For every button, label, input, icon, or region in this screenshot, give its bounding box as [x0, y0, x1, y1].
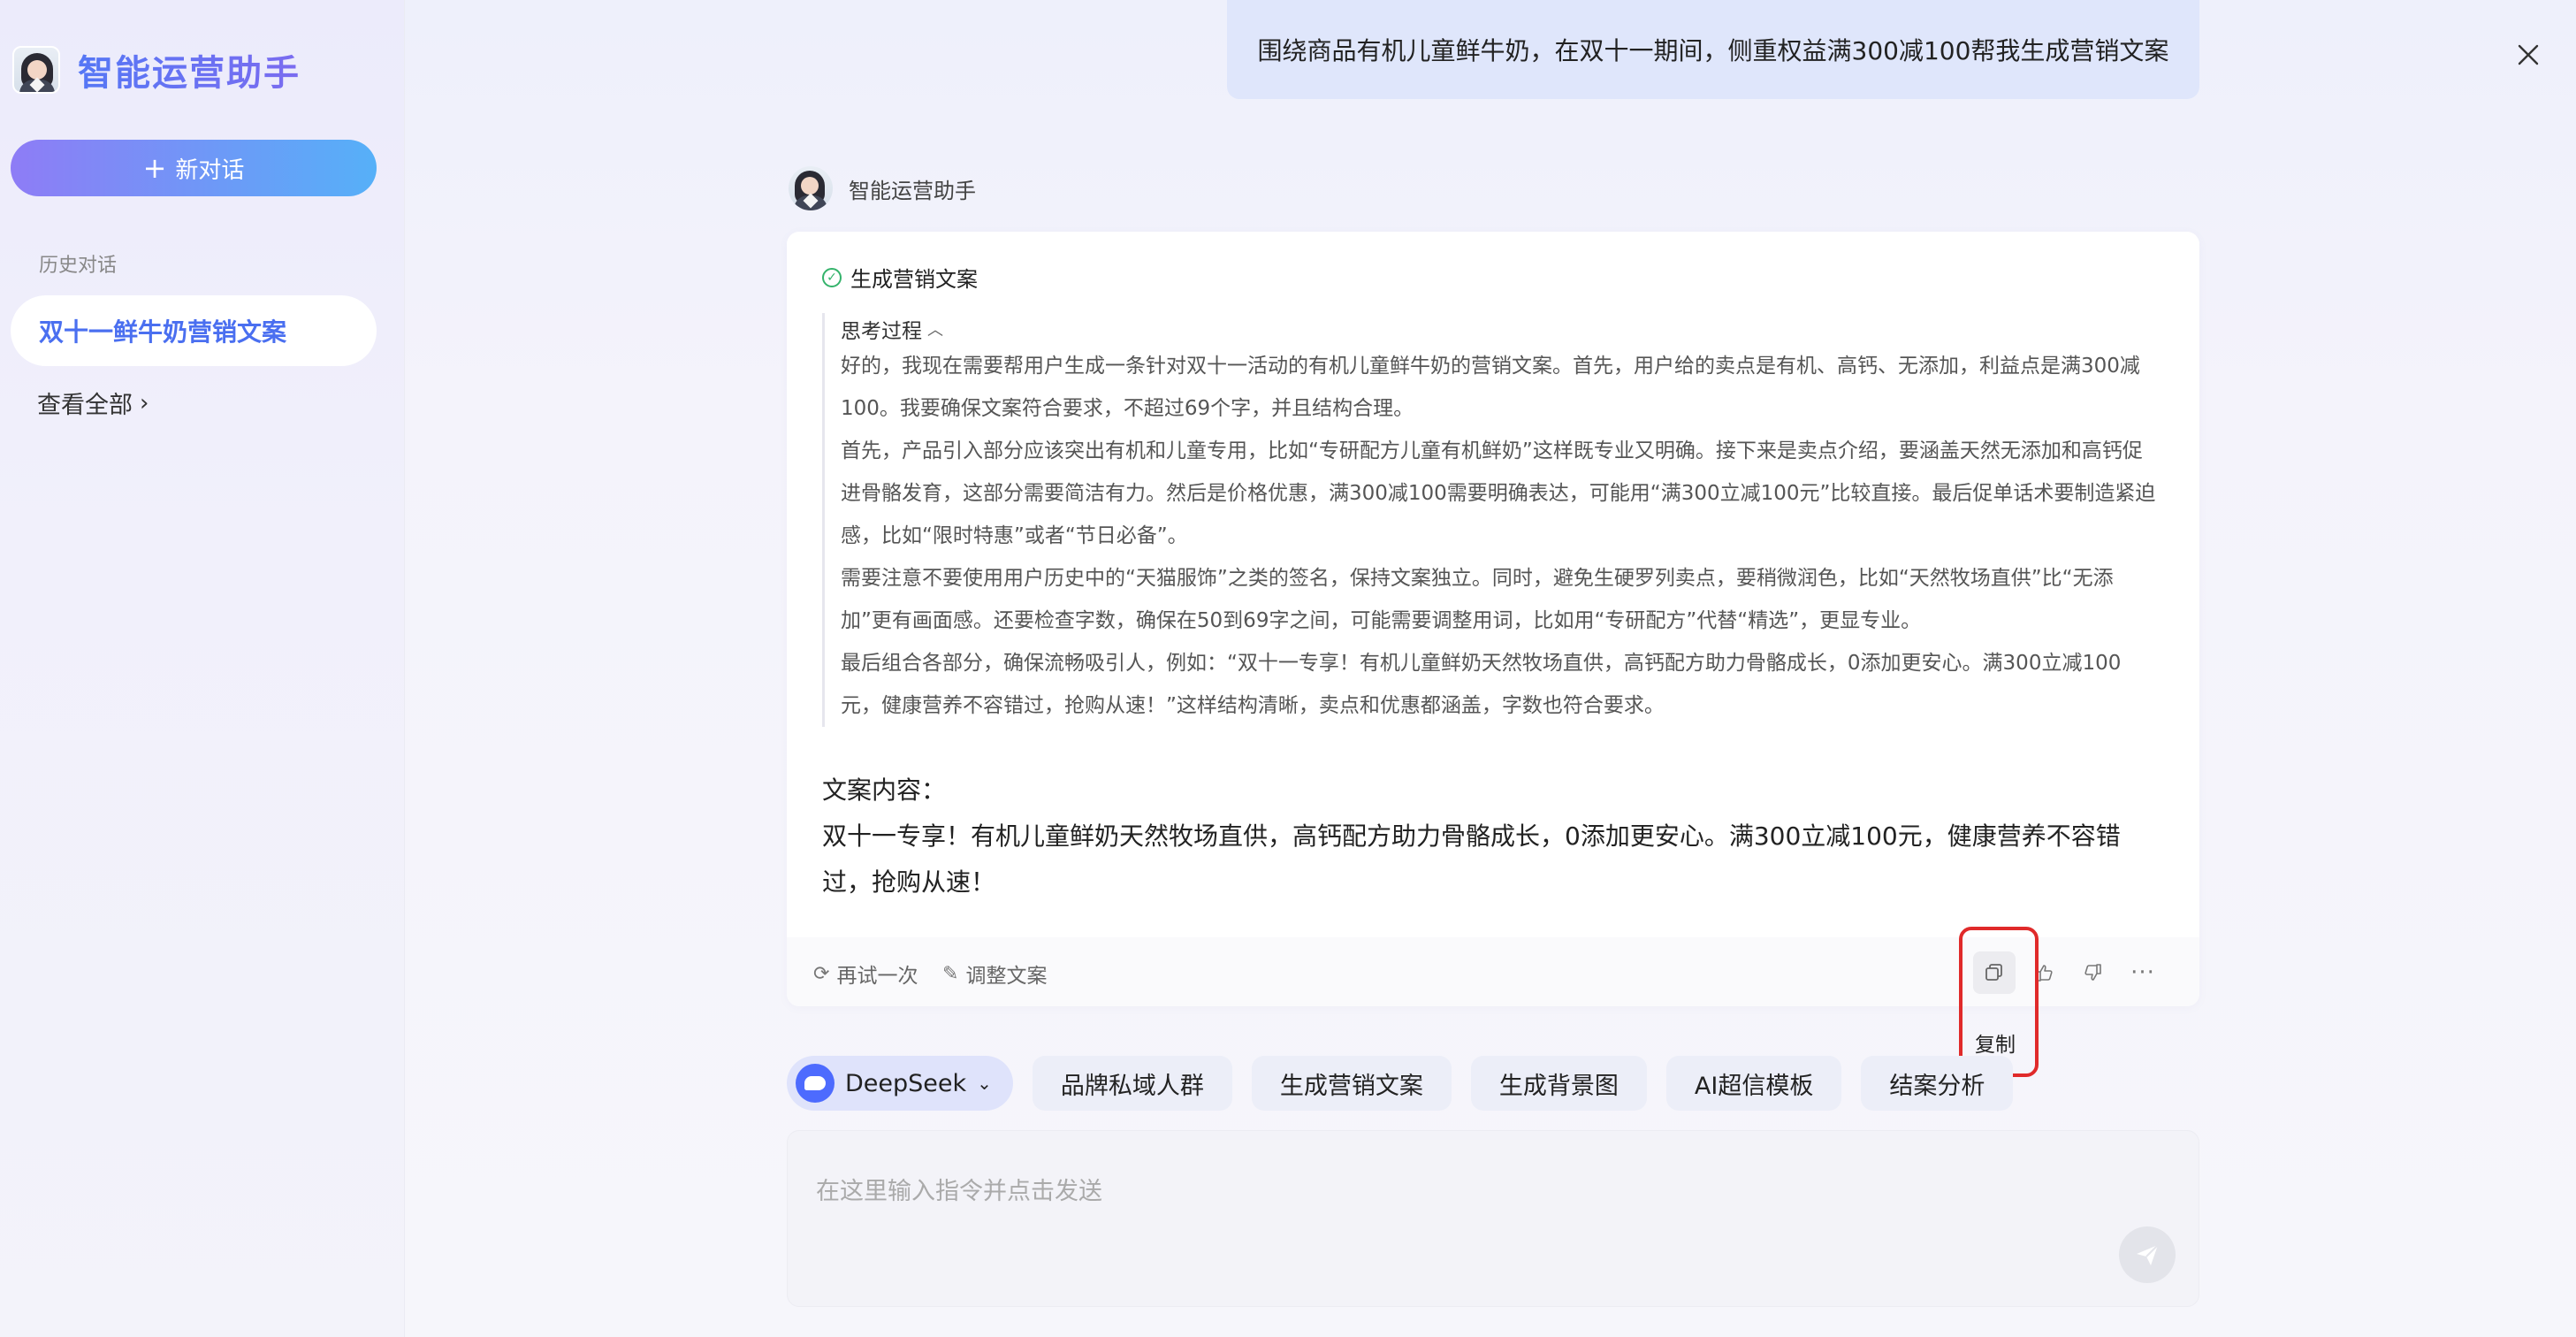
thinking-title: 思考过程 [841, 320, 922, 343]
chip-label: AI超信模板 [1694, 1072, 1814, 1100]
view-all-link[interactable]: 查看全部 › [37, 386, 149, 420]
model-selector[interactable]: DeepSeek ⌄ [787, 1056, 1013, 1111]
retry-label: 再试一次 [836, 965, 918, 988]
chip-background-image[interactable]: 生成背景图 [1470, 1056, 1647, 1111]
thinking-block: 思考过程 ︿ 好的，我现在需要帮用户生成一条针对双十一活动的有机儿童鲜牛奶的营销… [822, 313, 2157, 727]
prompt-input[interactable]: 在这里输入指令并点击发送 [787, 1130, 2199, 1307]
adjust-label: 调整文案 [965, 965, 1048, 988]
adjust-copy-button[interactable]: ✎ 调整文案 [942, 959, 1047, 989]
copy-tooltip: 复制 [1975, 1034, 2016, 1057]
more-icon: ··· [2130, 959, 2155, 986]
send-button[interactable] [2119, 1226, 2176, 1283]
thinking-paragraph: 需要注意不要使用用户历史中的“天猫服饰”之类的签名，保持文案独立。同时，避免生硬… [841, 567, 2114, 632]
chip-label: 生成背景图 [1498, 1072, 1619, 1100]
chip-label: 结案分析 [1889, 1072, 1985, 1100]
chip-case-analysis[interactable]: 结案分析 [1861, 1056, 2014, 1111]
new-chat-label: 新对话 [175, 157, 245, 184]
edit-icon: ✎ [942, 962, 959, 985]
chip-brand-audience[interactable]: 品牌私域人群 [1032, 1056, 1232, 1111]
view-all-label: 查看全部 [37, 392, 133, 419]
assistant-header: 智能运营助手 [789, 166, 976, 210]
close-button[interactable] [2511, 37, 2546, 73]
thinking-paragraph: 首先，产品引入部分应该突出有机和儿童专用，比如“专研配方儿童有机鲜奶”这样既专业… [841, 439, 2156, 547]
brand: 智能运营助手 [12, 44, 301, 96]
history-label: 历史对话 [39, 255, 118, 277]
new-chat-button[interactable]: + 新对话 [11, 140, 377, 196]
copy-body: 双十一专享！有机儿童鲜奶天然牧场直供，高钙配方助力骨骼成长，0添加更安心。满30… [822, 821, 2121, 897]
send-icon [2137, 1244, 2159, 1265]
plus-icon: + [142, 151, 167, 185]
thinking-paragraph: 好的，我现在需要帮用户生成一条针对双十一活动的有机儿童鲜牛奶的营销文案。首先，用… [841, 355, 2140, 420]
dislike-button[interactable] [2072, 951, 2115, 994]
retry-button[interactable]: ⟳ 再试一次 [813, 959, 918, 989]
assistant-avatar [12, 46, 60, 94]
sidebar: 智能运营助手 + 新对话 历史对话 双十一鲜牛奶营销文案 查看全部 › [0, 0, 405, 1337]
prompt-placeholder: 在这里输入指令并点击发送 [816, 1178, 1102, 1205]
user-message: 围绕商品有机儿童鲜牛奶，在双十一期间，侧重权益满300减100帮我生成营销文案 [1227, 0, 2199, 99]
model-label: DeepSeek [845, 1069, 967, 1097]
status-line: ✓ 生成营销文案 [822, 262, 978, 293]
skill-chips: DeepSeek ⌄ 品牌私域人群 生成营销文案 生成背景图 AI超信模板 结案… [787, 1056, 2032, 1111]
brand-title: 智能运营助手 [78, 44, 301, 96]
more-button[interactable]: ··· [2122, 951, 2164, 994]
chevron-up-icon: ︿ [927, 321, 943, 340]
assistant-name: 智能运营助手 [849, 178, 976, 203]
chevron-down-icon: ⌄ [977, 1073, 992, 1094]
close-icon [2518, 44, 2539, 65]
history-item-label: 双十一鲜牛奶营销文案 [39, 317, 287, 347]
thinking-toggle[interactable]: 思考过程 ︿ [841, 313, 2157, 345]
chip-generate-copy[interactable]: 生成营销文案 [1251, 1056, 1452, 1111]
thumbs-down-icon [2084, 964, 2101, 981]
refresh-icon: ⟳ [813, 962, 830, 985]
chip-ai-message-template[interactable]: AI超信模板 [1665, 1056, 1842, 1111]
history-item[interactable]: 双十一鲜牛奶营销文案 [11, 295, 377, 366]
check-circle-icon: ✓ [822, 267, 842, 287]
status-text: 生成营销文案 [850, 267, 978, 292]
assistant-avatar [789, 166, 833, 210]
chip-label: 生成营销文案 [1279, 1072, 1423, 1100]
chip-label: 品牌私域人群 [1060, 1072, 1204, 1100]
copy-label: 文案内容： [822, 775, 947, 805]
deepseek-logo-icon [796, 1064, 835, 1103]
thinking-paragraph: 最后组合各部分，确保流畅吸引人，例如：“双十一专享！有机儿童鲜奶天然牧场直供，高… [841, 652, 2122, 717]
copy-content: 文案内容： 双十一专享！有机儿童鲜奶天然牧场直供，高钙配方助力骨骼成长，0添加更… [822, 768, 2166, 905]
chevron-right-icon: › [140, 389, 149, 416]
answer-card: ✓ 生成营销文案 思考过程 ︿ 好的，我现在需要帮用户生成一条针对双十一活动的有… [787, 232, 2199, 1006]
